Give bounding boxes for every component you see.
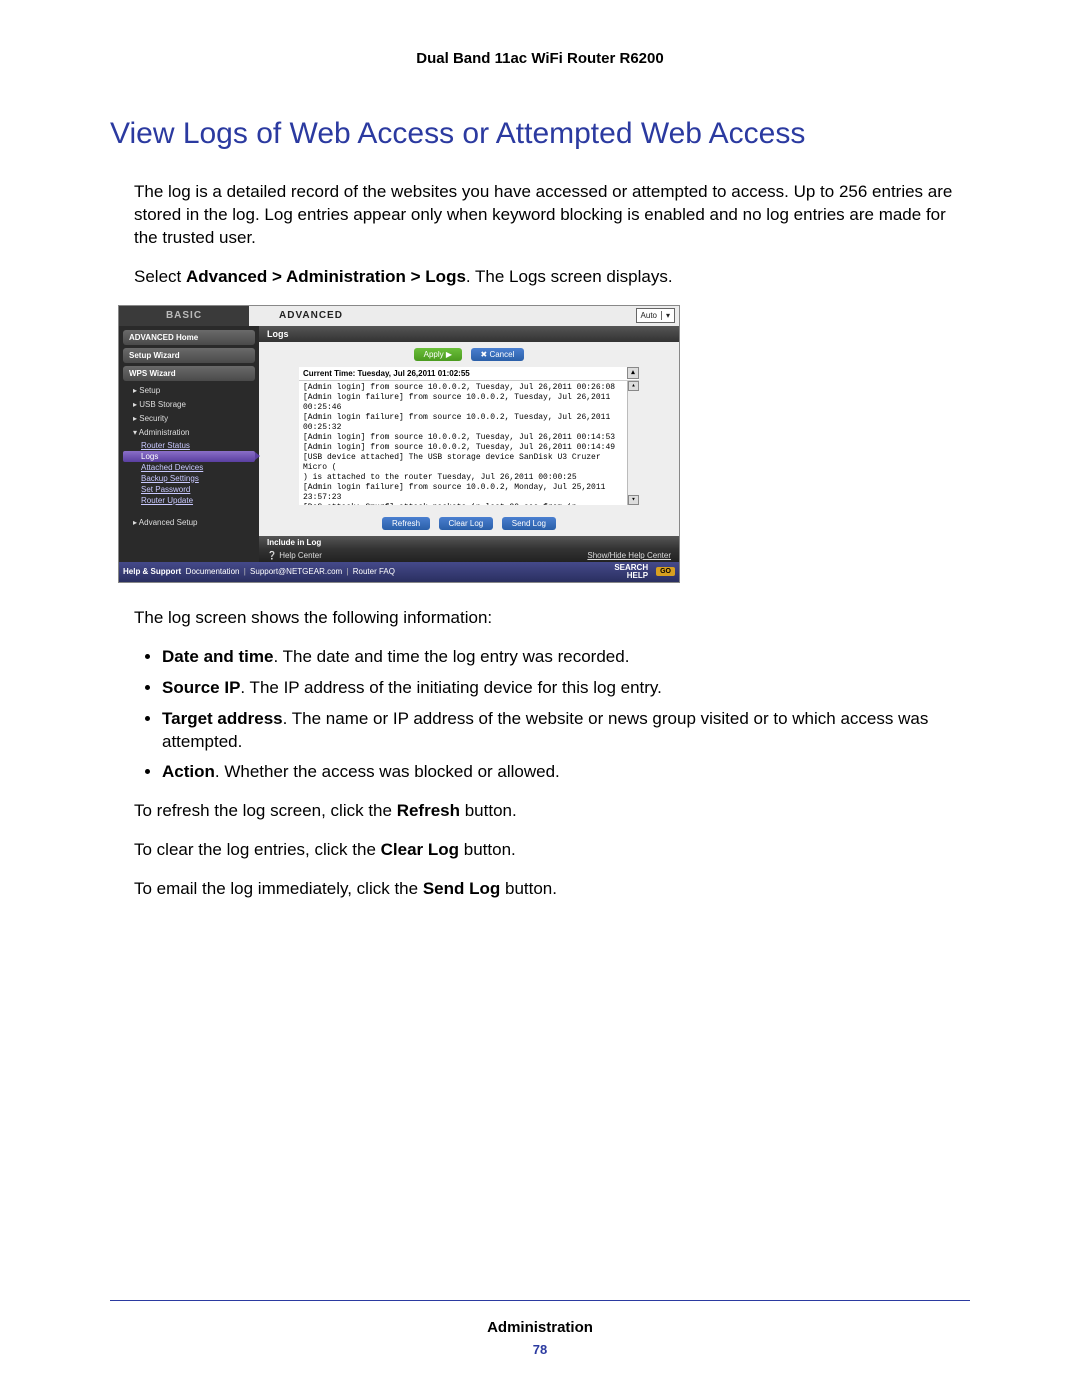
sidebar-backup-settings[interactable]: Backup Settings [123, 473, 255, 484]
txt: button. [460, 801, 517, 820]
sidebar-logs-selected[interactable]: Logs [123, 451, 255, 462]
go-button[interactable]: GO [656, 567, 675, 576]
log-text: [Admin login] from source 10.0.0.2, Tues… [303, 383, 625, 505]
page-number: 78 [0, 1342, 1080, 1357]
doc-header: Dual Band 11ac WiFi Router R6200 [110, 50, 970, 67]
scroll-up-arrow-icon[interactable]: ▴ [628, 381, 639, 391]
refresh-button[interactable]: Refresh [382, 517, 430, 530]
sidebar-advanced-setup[interactable]: Advanced Setup [123, 516, 255, 529]
txt: button. [459, 840, 516, 859]
txt: To email the log immediately, click the [134, 879, 423, 898]
clear-log-button[interactable]: Clear Log [439, 517, 494, 530]
router-faq-link[interactable]: Router FAQ [353, 567, 395, 576]
tab-advanced[interactable]: ADVANCED [249, 306, 679, 326]
sidebar-set-password[interactable]: Set Password [123, 484, 255, 495]
logs-screenshot: BASIC ADVANCED Auto ▾ ADVANCED Home Setu… [118, 305, 680, 583]
clear-instruction: To clear the log entries, click the Clea… [134, 839, 970, 862]
bold: Refresh [397, 801, 460, 820]
txt: To clear the log entries, click the [134, 840, 381, 859]
section-title: View Logs of Web Access or Attempted Web… [110, 117, 970, 151]
list-item: Date and time. The date and time the log… [162, 646, 970, 669]
sidebar-wps-wizard[interactable]: WPS Wizard [123, 366, 255, 381]
sidebar-setup[interactable]: Setup [123, 384, 255, 397]
footer-section-label: Administration [0, 1319, 1080, 1336]
txt: button. [500, 879, 557, 898]
bullet-term: Source IP [162, 678, 240, 697]
sidebar-attached-devices[interactable]: Attached Devices [123, 462, 255, 473]
sidebar-administration[interactable]: Administration [123, 426, 255, 439]
help-center-bar: Help Center Show/Hide Help Center [259, 549, 679, 562]
tab-basic[interactable]: BASIC [119, 306, 249, 326]
panel-inner: Current Time: Tuesday, Jul 26,2011 01:02… [299, 367, 639, 505]
sidebar-security[interactable]: Security [123, 412, 255, 425]
bold: Send Log [423, 879, 500, 898]
bullet-term: Date and time [162, 647, 273, 666]
show-hide-help-link[interactable]: Show/Hide Help Center [587, 551, 671, 560]
documentation-link[interactable]: Documentation [186, 567, 240, 576]
cancel-button[interactable]: ✖ Cancel [471, 348, 525, 361]
current-time-label: Current Time: Tuesday, Jul 26,2011 01:02… [299, 367, 639, 381]
list-item: Target address. The name or IP address o… [162, 708, 970, 754]
step-suffix: . The Logs screen displays. [466, 267, 673, 286]
help-support-bar: Help & Support Documentation | Support@N… [119, 562, 679, 582]
help-center-label[interactable]: Help Center [267, 551, 322, 560]
sidebar-advanced-home[interactable]: ADVANCED Home [123, 330, 255, 345]
sidebar-usb-storage[interactable]: USB Storage [123, 398, 255, 411]
sidebar-router-update[interactable]: Router Update [123, 495, 255, 506]
bullet-term: Target address [162, 709, 283, 728]
list-item: Source IP. The IP address of the initiat… [162, 677, 970, 700]
bullet-text: . The date and time the log entry was re… [273, 647, 629, 666]
chevron-down-icon: ▾ [661, 311, 674, 320]
step-prefix: Select [134, 267, 186, 286]
language-value: Auto [637, 311, 661, 320]
bullet-term: Action [162, 762, 215, 781]
sidebar: ADVANCED Home Setup Wizard WPS Wizard Se… [119, 326, 259, 562]
field-description-list: Date and time. The date and time the log… [134, 646, 970, 785]
scroll-down-arrow-icon[interactable]: ▾ [628, 495, 639, 505]
after-figure-text: The log screen shows the following infor… [134, 607, 970, 630]
log-textarea[interactable]: [Admin login] from source 10.0.0.2, Tues… [299, 381, 639, 505]
list-item: Action. Whether the access was blocked o… [162, 761, 970, 784]
page-footer: Administration 78 [0, 1300, 1080, 1357]
bullet-text: . The IP address of the initiating devic… [240, 678, 661, 697]
apply-button[interactable]: Apply ▶ [414, 348, 462, 361]
step-path: Advanced > Administration > Logs [186, 267, 466, 286]
txt: To refresh the log screen, click the [134, 801, 397, 820]
intro-paragraph: The log is a detailed record of the webs… [134, 181, 970, 250]
top-button-row: Apply ▶ ✖ Cancel [259, 342, 679, 367]
sidebar-router-status[interactable]: Router Status [123, 440, 255, 451]
include-in-log-header: Include in Log [259, 536, 679, 549]
language-select[interactable]: Auto ▾ [636, 308, 675, 323]
search-help-label: SEARCHHELP [614, 564, 648, 580]
bullet-text: . Whether the access was blocked or allo… [215, 762, 560, 781]
panel-main: Logs Apply ▶ ✖ Cancel Current Time: Tues… [259, 326, 679, 562]
help-support-label: Help & Support [123, 567, 181, 576]
footer-rule [110, 1300, 970, 1301]
bottom-button-row: Refresh Clear Log Send Log [259, 511, 679, 536]
refresh-instruction: To refresh the log screen, click the Ref… [134, 800, 970, 823]
sidebar-setup-wizard[interactable]: Setup Wizard [123, 348, 255, 363]
send-log-button[interactable]: Send Log [502, 517, 556, 530]
scroll-up-icon[interactable]: ▴ [627, 367, 639, 379]
bold: Clear Log [381, 840, 459, 859]
send-instruction: To email the log immediately, click the … [134, 878, 970, 901]
support-email-link[interactable]: Support@NETGEAR.com [250, 567, 342, 576]
navigation-step: Select Advanced > Administration > Logs.… [134, 266, 970, 289]
current-time-text: Current Time: Tuesday, Jul 26,2011 01:02… [303, 369, 470, 378]
scrollbar[interactable]: ▴ ▾ [627, 381, 639, 505]
panel-title: Logs [259, 326, 679, 342]
